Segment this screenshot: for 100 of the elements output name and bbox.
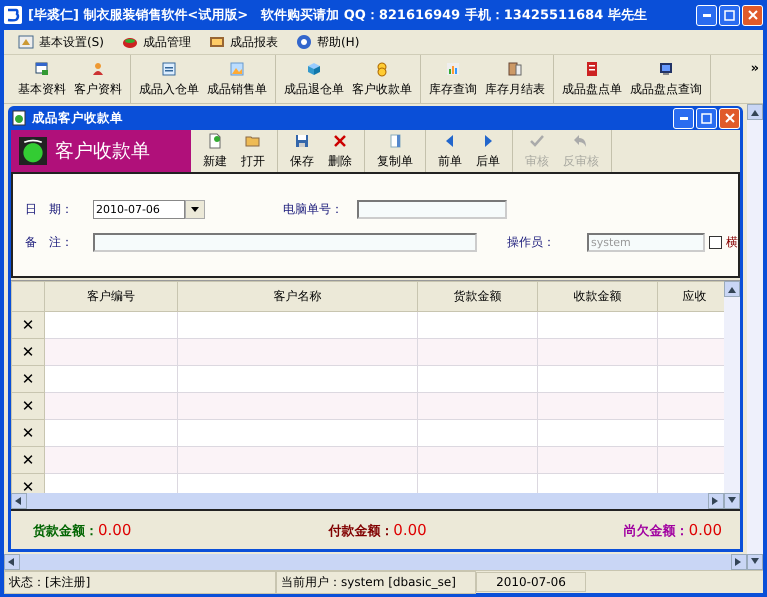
new-document-icon — [207, 132, 223, 148]
toolbar-button[interactable]: 成品入仓单 — [135, 55, 203, 103]
delete-row-button[interactable]: ✕ — [12, 392, 44, 420]
delete-row-button[interactable]: ✕ — [12, 474, 44, 493]
minimize-icon — [680, 116, 688, 120]
field-label: 日 期： — [25, 201, 74, 218]
total-value: 0.00 — [393, 520, 427, 538]
scroll-arrow-button[interactable] — [708, 493, 724, 509]
toolbar-button[interactable]: 复制单 — [373, 130, 417, 172]
scroll-up-icon — [728, 285, 736, 293]
scroll-arrow-button[interactable] — [724, 493, 740, 509]
column-header[interactable]: 收款金额 — [538, 282, 658, 312]
toolbar-button[interactable]: 成品盘点单 — [558, 55, 626, 103]
scroll-up-icon — [751, 108, 759, 116]
toolbar-button[interactable]: 删除 — [324, 130, 356, 172]
toolbar-button[interactable]: 基本资料 — [14, 55, 70, 103]
maximize-button[interactable] — [719, 4, 740, 26]
checkbox-label: 横 — [726, 234, 738, 251]
field-label: 备 注： — [25, 234, 74, 251]
scroll-arrow-button[interactable] — [4, 554, 20, 570]
vertical-scrollbar[interactable] — [724, 281, 740, 509]
scroll-right-icon — [735, 558, 743, 566]
text-field[interactable] — [93, 233, 477, 252]
total-label: 付款金额： — [328, 522, 394, 540]
check-icon — [529, 132, 545, 148]
text-field[interactable] — [357, 200, 507, 219]
dropdown-arrow-icon — [191, 207, 199, 212]
column-header[interactable]: 货款金额 — [418, 282, 538, 312]
document-window-title: 成品客户收款单 — [32, 110, 123, 126]
scroll-arrow-button[interactable] — [731, 554, 747, 570]
close-icon — [748, 10, 758, 20]
delete-row-button[interactable]: ✕ — [12, 366, 44, 392]
close-icon — [724, 113, 734, 123]
delete-row-button[interactable]: ✕ — [12, 338, 44, 366]
delete-row-button[interactable]: ✕ — [12, 312, 44, 338]
scroll-left-icon — [15, 497, 23, 505]
column-header[interactable]: 客户名称 — [178, 282, 418, 312]
scroll-arrow-button[interactable] — [747, 554, 763, 570]
scroll-down-icon — [728, 497, 736, 505]
toolbar-button[interactable]: 成品销售单 — [203, 55, 271, 103]
toolbar-button[interactable]: 成品退仓单 — [280, 55, 348, 103]
ledger-icon — [507, 60, 523, 76]
monitor-icon — [658, 60, 674, 76]
close-button[interactable] — [719, 108, 740, 128]
dropdown-button[interactable] — [185, 200, 205, 219]
people-icon — [90, 60, 106, 76]
total-value: 0.00 — [98, 520, 132, 538]
status-text: 当前用户：system [dbasic_se] — [276, 570, 476, 594]
horizontal-scrollbar[interactable] — [4, 554, 747, 570]
scroll-arrow-button[interactable] — [11, 493, 27, 509]
form-icon — [161, 60, 177, 76]
toolbar-button[interactable]: 客户资料 — [70, 55, 126, 103]
delete-row-button[interactable]: ✕ — [12, 446, 44, 474]
date-field[interactable]: 2010-07-06 — [93, 200, 185, 219]
close-button[interactable] — [742, 4, 763, 26]
cube-icon — [306, 60, 322, 76]
vertical-scrollbar[interactable] — [747, 104, 763, 570]
minimize-icon — [702, 14, 710, 16]
status-text: 状态：[未注册] — [4, 570, 276, 594]
horizontal-scrollbar[interactable] — [11, 493, 724, 509]
save-icon — [294, 132, 310, 148]
field-label: 操作员： — [507, 234, 556, 251]
toolbar-button[interactable]: 前单 — [434, 130, 466, 172]
window-title: [毕裘仁] 制衣服装销售软件<试用版> 软件购买请加 QQ：821616949 手机：13425511684 毕先生 — [28, 6, 647, 24]
scroll-arrow-button[interactable] — [747, 104, 763, 120]
settings-icon — [18, 34, 34, 50]
menu-item[interactable]: 基本设置(S) — [18, 34, 104, 50]
maximize-button[interactable] — [696, 108, 717, 128]
menu-item[interactable]: 成品管理 — [122, 34, 191, 50]
total-label: 尚欠金额： — [624, 522, 689, 540]
menu-item[interactable]: 成品报表 — [208, 34, 278, 50]
checkbox[interactable] — [709, 236, 722, 249]
help-icon — [296, 34, 312, 50]
toolbar-button[interactable]: 保存 — [286, 130, 318, 172]
menu-item[interactable]: 帮助(H) — [296, 34, 360, 50]
window-icon — [34, 60, 50, 76]
toolbar-button[interactable]: 库存查询 — [425, 55, 481, 103]
document-icon — [11, 110, 27, 126]
toolbar-button[interactable]: 成品盘点查询 — [626, 55, 706, 103]
toolbar-button[interactable]: 后单 — [472, 130, 504, 172]
minimize-button[interactable] — [696, 4, 717, 26]
book-icon — [584, 60, 600, 76]
toolbar-overflow-button[interactable]: » — [746, 55, 763, 103]
column-header[interactable]: 应收 — [658, 282, 724, 312]
scroll-down-icon — [751, 558, 759, 566]
toolbar-button[interactable]: 新建 — [199, 130, 231, 172]
column-header[interactable]: 客户编号 — [44, 282, 178, 312]
delete-icon — [332, 132, 348, 148]
toolbar-button[interactable]: 库存月结表 — [481, 55, 549, 103]
toolbar-button[interactable]: 打开 — [237, 130, 269, 172]
app-logo-icon — [4, 6, 22, 24]
toolbar-button[interactable]: 客户收款单 — [348, 55, 416, 103]
delete-row-button[interactable]: ✕ — [12, 420, 44, 446]
maximize-icon — [701, 112, 712, 124]
minimize-button[interactable] — [673, 108, 694, 128]
form-heading: 客户收款单 — [55, 139, 150, 164]
bar-chart-icon — [445, 60, 461, 76]
scroll-arrow-button[interactable] — [724, 281, 740, 297]
maximize-icon — [724, 10, 735, 20]
apple-icon — [19, 137, 47, 165]
